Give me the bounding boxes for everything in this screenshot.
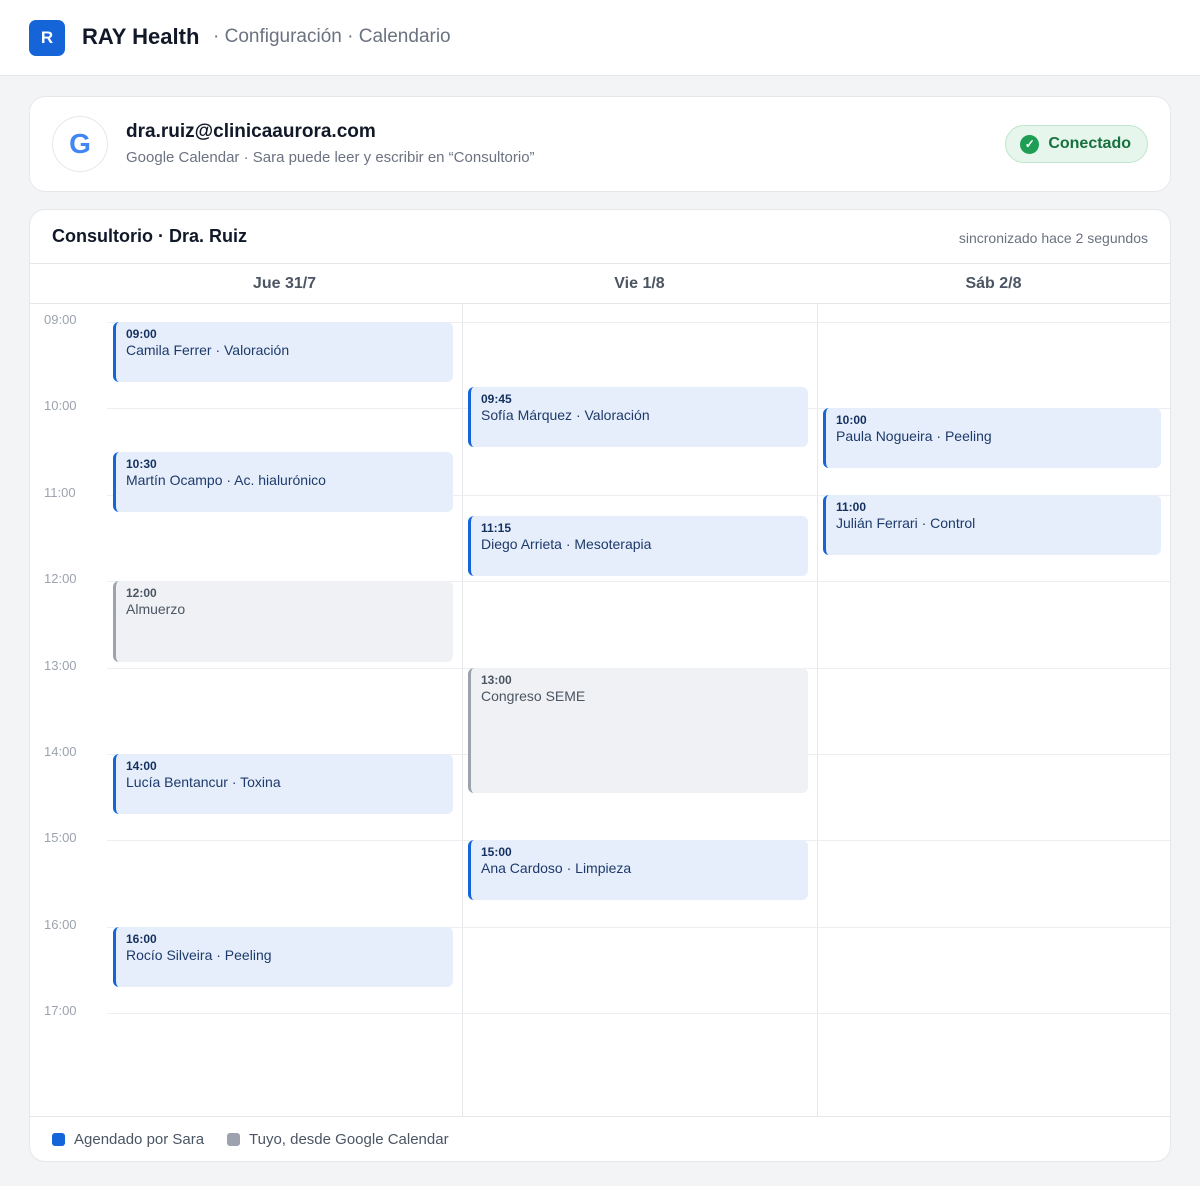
event-title: Rocío Silveira · Peeling (126, 947, 272, 963)
calendar-event[interactable]: 10:00 Paula Nogueira · Peeling (823, 408, 1161, 468)
connection-status-label: Conectado (1048, 135, 1131, 152)
sync-status: sincronizado hace 2 segundos (958, 230, 1148, 246)
event-title: Julián Ferrari · Control (836, 515, 976, 531)
legend-label: Agendado por Sara (74, 1131, 205, 1148)
calendar-day-headers: Jue 31/7 Vie 1/8 Sáb 2/8 (30, 263, 1170, 304)
calendar-event[interactable]: 16:00 Rocío Silveira · Peeling (113, 927, 453, 987)
hour-line (107, 1013, 1170, 1014)
calendar-event[interactable]: 12:00 Almuerzo (113, 581, 453, 662)
event-time: 11:00 (836, 500, 867, 514)
day-separator (817, 304, 818, 1116)
day-header: Vie 1/8 (614, 274, 665, 292)
legend-item-sara: Agendado por Sara (52, 1131, 204, 1148)
event-time: 16:00 (126, 932, 157, 946)
hour-label: 17:00 (44, 1003, 77, 1018)
hour-label: 12:00 (44, 571, 77, 586)
app-title: RAY Health (82, 24, 200, 49)
calendar-event[interactable]: 13:00 Congreso SEME (468, 668, 808, 793)
calendar-event[interactable]: 09:45 Sofía Márquez · Valoración (468, 387, 808, 447)
calendar-grid[interactable]: 09:00 10:00 11:00 12:00 13:00 14:00 15:00 16:00… (30, 304, 1170, 1116)
account-description: Google Calendar · Sara puede leer y escr… (126, 149, 535, 166)
event-title: Diego Arrieta · Mesoterapia (481, 536, 652, 552)
event-time: 12:00 (126, 586, 157, 600)
day-header: Sáb 2/8 (965, 274, 1022, 292)
legend-swatch (52, 1133, 65, 1146)
event-time: 10:30 (126, 457, 157, 471)
calendar-event[interactable]: 10:30 Martín Ocampo · Ac. hialurónico (113, 452, 453, 512)
account-card: G dra.ruiz@clinicaaurora.com Google Cale… (29, 96, 1171, 192)
calendar-event[interactable]: 11:15 Diego Arrieta · Mesoterapia (468, 516, 808, 576)
hour-label: 11:00 (44, 485, 76, 500)
calendar-event[interactable]: 11:00 Julián Ferrari · Control (823, 495, 1161, 555)
calendar-event[interactable]: 09:00 Camila Ferrer · Valoración (113, 322, 453, 382)
event-time: 15:00 (481, 845, 512, 859)
calendar-title: Consultorio · Dra. Ruiz (52, 226, 247, 246)
event-title: Ana Cardoso · Limpieza (481, 860, 632, 876)
hour-label: 15:00 (44, 830, 77, 845)
event-time: 11:15 (481, 521, 512, 535)
day-header: Jue 31/7 (252, 274, 317, 292)
hour-label: 10:00 (44, 398, 77, 413)
account-email: dra.ruiz@clinicaaurora.com (126, 121, 376, 142)
check-icon: ✓ (1020, 134, 1040, 154)
event-time: 13:00 (481, 673, 512, 687)
top-bar: R RAY Health · Configuración · Calendari… (0, 0, 1200, 76)
event-title: Paula Nogueira · Peeling (836, 428, 992, 444)
event-time: 10:00 (836, 413, 867, 427)
event-title: Almuerzo (126, 601, 186, 617)
legend: Agendado por Sara Tuyo, desde Google Cal… (30, 1116, 1170, 1161)
legend-label: Tuyo, desde Google Calendar (249, 1131, 449, 1148)
event-title: Lucía Bentancur · Toxina (126, 774, 281, 790)
legend-swatch (227, 1133, 240, 1146)
hour-label: 09:00 (44, 312, 77, 327)
event-title: Congreso SEME (481, 688, 586, 704)
google-icon: G (52, 116, 108, 172)
hour-label: 14:00 (44, 744, 77, 759)
legend-item-google: Tuyo, desde Google Calendar (227, 1131, 449, 1148)
event-time: 14:00 (126, 759, 157, 773)
event-title: Sofía Márquez · Valoración (481, 407, 650, 423)
app-logo[interactable]: R (29, 20, 65, 56)
breadcrumb[interactable]: · Configuración · Calendario (213, 26, 451, 48)
event-title: Camila Ferrer · Valoración (126, 342, 290, 358)
day-separator (462, 304, 463, 1116)
event-time: 09:45 (481, 392, 512, 406)
connection-status-badge[interactable]: ✓ Conectado (1005, 125, 1148, 163)
calendar-card: Consultorio · Dra. Ruiz sincronizado hac… (29, 209, 1171, 1162)
hour-label: 16:00 (44, 917, 77, 932)
event-title: Martín Ocampo · Ac. hialurónico (126, 472, 326, 488)
hour-label: 13:00 (44, 658, 77, 673)
calendar-event[interactable]: 14:00 Lucía Bentancur · Toxina (113, 754, 453, 814)
event-time: 09:00 (126, 327, 157, 341)
calendar-event[interactable]: 15:00 Ana Cardoso · Limpieza (468, 840, 808, 900)
